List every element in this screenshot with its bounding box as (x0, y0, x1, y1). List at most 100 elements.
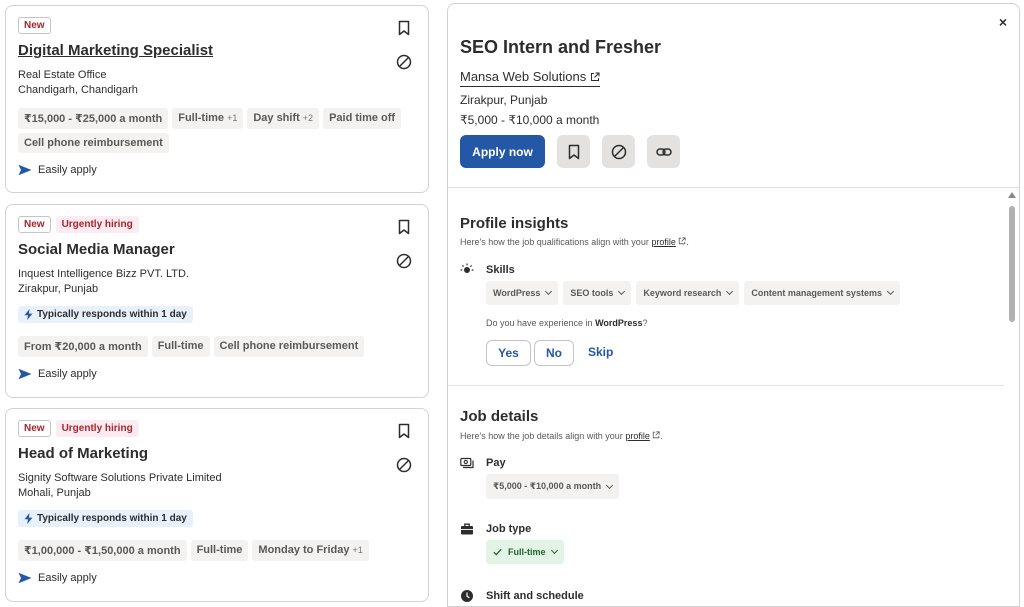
job-type-label: Job type (486, 523, 532, 535)
badge-group: New Urgently hiring (18, 216, 139, 233)
skill-pill[interactable]: WordPress (486, 281, 559, 305)
skill-pill[interactable]: Keyword research (636, 281, 740, 305)
chevron-down-icon (545, 287, 553, 296)
job-card[interactable]: New Urgently hiring Social Media Manager… (5, 204, 429, 398)
not-interested-icon[interactable] (396, 253, 412, 269)
company-name: Inquest Intelligence Bizz PVT. LTD. (18, 268, 189, 280)
job-detail-panel: × SEO Intern and Fresher Mansa Web Solut… (447, 3, 1020, 607)
scroll-up-icon[interactable] (1008, 192, 1016, 198)
job-title-link[interactable]: Digital Marketing Specialist (18, 42, 213, 59)
badge-group: New (18, 17, 51, 34)
job-type-tag: Full-time +1 (172, 108, 244, 129)
job-title-link[interactable]: Social Media Manager (18, 241, 175, 258)
salary-tag: From ₹20,000 a month (18, 336, 148, 357)
new-badge: New (18, 216, 51, 233)
scroll-thumb[interactable] (1009, 206, 1015, 322)
yes-button[interactable]: Yes (486, 340, 531, 366)
easily-apply: Easily apply (18, 572, 97, 584)
apply-now-button[interactable]: Apply now (460, 135, 545, 168)
not-interested-button[interactable] (602, 135, 635, 168)
profile-link[interactable]: profile (651, 237, 676, 247)
job-tags: ₹1,00,000 - ₹1,50,000 a month Full-time … (18, 540, 416, 561)
no-button[interactable]: No (534, 340, 574, 366)
skills-label: Skills (486, 264, 515, 276)
bookmark-icon[interactable] (396, 423, 412, 439)
money-icon (460, 457, 474, 469)
benefit-tag: Cell phone reimbursement (213, 336, 365, 357)
skill-pill[interactable]: SEO tools (563, 281, 632, 305)
chevron-down-icon (606, 481, 614, 489)
detail-location: Zirakpur, Punjab (460, 93, 548, 107)
external-link-icon (679, 237, 686, 245)
lightbulb-icon (460, 263, 474, 273)
benefit-tag: Paid time off (323, 108, 402, 129)
skills-list: WordPress SEO tools Keyword research Con… (486, 281, 900, 305)
send-arrow-icon (18, 368, 32, 380)
lightning-icon (24, 309, 33, 320)
check-icon (493, 548, 502, 556)
external-link-icon (653, 431, 660, 439)
badge-group: New Urgently hiring (18, 420, 139, 437)
job-type-tag: Full-time (151, 336, 210, 357)
skill-question: Do you have experience in WordPress? (486, 318, 648, 328)
job-card[interactable]: New Digital Marketing Specialist Real Es… (5, 5, 429, 193)
briefcase-icon (461, 523, 473, 535)
company-link-label: Mansa Web Solutions (460, 69, 587, 84)
skill-pill[interactable]: Content management systems (744, 281, 900, 305)
job-location: Chandigarh, Chandigarh (18, 84, 138, 96)
pay-label: Pay (486, 457, 506, 469)
urgent-badge: Urgently hiring (55, 216, 139, 233)
bookmark-icon[interactable] (396, 219, 412, 235)
scrollbar[interactable] (1008, 192, 1016, 606)
chevron-down-icon (550, 546, 558, 555)
profile-link[interactable]: profile (625, 431, 650, 441)
shift-label: Shift and schedule (486, 590, 584, 602)
job-details-title: Job details (460, 408, 539, 425)
new-badge: New (18, 420, 51, 437)
detail-job-title: SEO Intern and Fresher (460, 37, 662, 57)
salary-tag: ₹15,000 - ₹25,000 a month (18, 108, 169, 129)
bookmark-icon[interactable] (396, 20, 412, 36)
send-arrow-icon (18, 572, 32, 584)
job-title-link[interactable]: Head of Marketing (18, 445, 148, 462)
close-icon[interactable]: × (999, 14, 1007, 30)
job-location: Zirakpur, Punjab (18, 283, 99, 295)
shift-tag: Day shift +2 (247, 108, 320, 129)
shift-tag: Monday to Friday +1 (252, 540, 369, 561)
header-divider (448, 187, 1019, 188)
easily-apply: Easily apply (18, 368, 97, 380)
copy-link-button[interactable] (647, 135, 680, 168)
profile-insights-subtitle: Here's how the job qualifications align … (460, 237, 689, 247)
response-time-badge: Typically responds within 1 day (18, 306, 193, 323)
new-badge: New (18, 17, 51, 34)
job-type-tag: Full-time (190, 540, 249, 561)
easily-apply: Easily apply (18, 164, 97, 176)
chevron-down-icon (726, 287, 734, 296)
job-type-list: Full-time (486, 540, 564, 564)
pay-pill[interactable]: ₹5,000 - ₹10,000 a month (486, 474, 620, 499)
company-name: Real Estate Office (18, 69, 107, 81)
profile-insights-title: Profile insights (460, 215, 569, 232)
job-tags: ₹15,000 - ₹25,000 a month Full-time +1 Da… (18, 108, 416, 153)
bookmark-icon (568, 144, 579, 159)
chevron-down-icon (618, 287, 626, 296)
chevron-down-icon (886, 287, 895, 296)
not-interested-icon[interactable] (396, 54, 412, 70)
detail-salary: ₹5,000 - ₹10,000 a month (460, 113, 600, 127)
not-interested-icon (611, 144, 626, 159)
save-job-button[interactable] (557, 135, 590, 168)
job-type-pill[interactable]: Full-time (486, 540, 564, 564)
skip-button[interactable]: Skip (588, 345, 613, 359)
response-time-badge: Typically responds within 1 day (18, 510, 193, 527)
job-location: Mohali, Punjab (18, 487, 91, 499)
job-card[interactable]: New Urgently hiring Head of Marketing Si… (5, 408, 429, 602)
send-arrow-icon (18, 164, 32, 176)
job-details-subtitle: Here's how the job details align with yo… (460, 431, 663, 441)
section-divider (448, 385, 1004, 386)
urgent-badge: Urgently hiring (55, 420, 139, 437)
company-link[interactable]: Mansa Web Solutions (460, 69, 601, 87)
job-tags: From ₹20,000 a month Full-time Cell phon… (18, 336, 416, 357)
not-interested-icon[interactable] (396, 457, 412, 473)
lightning-icon (24, 513, 33, 524)
company-name: Signity Software Solutions Private Limit… (18, 472, 222, 484)
